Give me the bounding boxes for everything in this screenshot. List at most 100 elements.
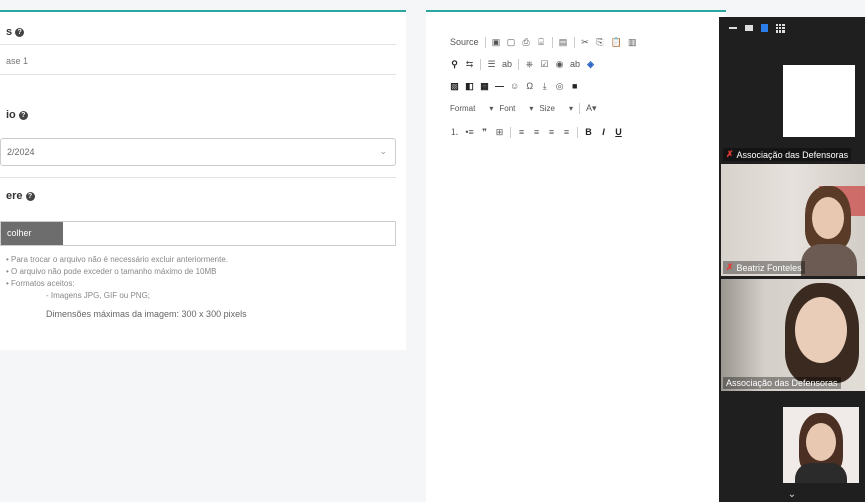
bold-button[interactable]: B [584, 127, 593, 137]
copy-icon[interactable]: ⎘ [596, 37, 605, 47]
screen: s ? ase 1 io ? 2/2024 ⌄ ere ? colher • P… [0, 0, 865, 502]
participant-tile[interactable]: ✗ Associação das Defensoras [721, 45, 865, 163]
image-button-icon[interactable]: ◈ [586, 59, 595, 69]
participant-body [801, 244, 857, 276]
chevron-down-icon: ▾ [529, 103, 534, 113]
help-icon[interactable]: ? [25, 191, 35, 201]
participant-name-tag: ✗ Associação das Defensoras [723, 148, 852, 161]
participant-tile[interactable]: Associação das Defensoras [721, 279, 865, 391]
field1-label-text: s [6, 26, 13, 38]
special-char-icon[interactable]: Ω [525, 81, 534, 91]
italic-button[interactable]: I [599, 127, 608, 137]
separator [518, 58, 520, 70]
radio-icon[interactable]: ◉ [555, 59, 564, 69]
find-icon[interactable]: ⚲ [450, 59, 459, 69]
field3-label: ere ? [6, 190, 35, 202]
templates-icon[interactable]: ▤ [559, 37, 568, 47]
editor-toolbar: Source ▣ ▢ ⎙ ⌸ ▤ ✂ ⎘ 📋 ▥ ⚲ ⇆ ☰ ab ⎈ ☑ ◉ … [426, 24, 726, 174]
smiley-icon[interactable]: ☺ [510, 81, 519, 91]
replace-icon[interactable]: ⇆ [465, 59, 474, 69]
table-icon[interactable]: ▦ [480, 81, 489, 91]
upload-notes: • Para trocar o arquivo não é necessário… [6, 254, 247, 320]
textfield-icon[interactable]: ab [570, 59, 580, 69]
toolbar-row-3: ▨ ◧ ▦ ― ☺ Ω ⤓ ◎ ■ [450, 78, 579, 94]
muted-mic-icon: ✗ [726, 149, 734, 159]
thumbnail-view-icon[interactable] [745, 25, 753, 31]
note-line: • O arquivo não pode exceder o tamanho m… [6, 267, 217, 276]
help-icon[interactable]: ? [18, 110, 28, 120]
size-dropdown[interactable]: Size ▾ [539, 104, 573, 113]
speaker-view-icon[interactable] [761, 24, 768, 32]
size-label: Size [539, 103, 555, 113]
underline-button[interactable]: U [614, 127, 623, 137]
video-panel-controls [719, 17, 865, 39]
justify-icon[interactable]: ≡ [562, 127, 571, 137]
chevron-down-icon: ▾ [489, 103, 494, 113]
text-color-icon[interactable]: A▾ [586, 103, 597, 113]
editor-content-area[interactable] [434, 164, 724, 494]
participant-tile[interactable]: ✗ Beatriz Fonteles [721, 164, 865, 276]
video-call-panel: ✗ Associação das Defensoras ✗ Beatriz Fo… [719, 17, 865, 502]
participant-video [783, 65, 855, 137]
source-button[interactable]: Source [450, 37, 479, 47]
participant-tile[interactable] [721, 395, 865, 483]
participant-face [812, 197, 844, 239]
toolbar-row-2: ⚲ ⇆ ☰ ab ⎈ ☑ ◉ ab ◈ [450, 56, 595, 72]
format-label: Format [450, 103, 476, 113]
help-icon[interactable]: ? [15, 27, 25, 37]
paste-text-icon[interactable]: ▥ [628, 37, 637, 47]
divider [0, 177, 396, 178]
field2-label: io ? [6, 109, 28, 121]
participant-name-tag: Associação das Defensoras [723, 377, 841, 389]
muted-mic-icon: ✗ [726, 262, 734, 272]
align-center-icon[interactable]: ≡ [532, 127, 541, 137]
font-label: Font [499, 103, 516, 113]
print-icon[interactable]: ⌸ [537, 37, 546, 47]
format-dropdown[interactable]: Format ▾ [450, 104, 493, 113]
page-break-icon[interactable]: ⤓ [540, 81, 549, 91]
participant-face [795, 297, 847, 363]
numbered-list-icon[interactable]: ⒈ [450, 127, 459, 137]
field2-select-value: 2/2024 [7, 147, 35, 157]
blockquote-icon[interactable]: ❞ [480, 127, 489, 137]
new-page-icon[interactable]: ▢ [507, 37, 516, 47]
form-panel: s ? ase 1 io ? 2/2024 ⌄ ere ? colher • P… [0, 0, 406, 502]
separator [480, 58, 481, 70]
spellcheck-icon[interactable]: ab [502, 59, 512, 69]
separator [573, 36, 575, 48]
field1-value[interactable]: ase 1 [6, 56, 28, 66]
choose-file-button[interactable]: colher [1, 222, 63, 245]
field2-select[interactable]: 2/2024 ⌄ [0, 138, 396, 166]
form-icon[interactable]: ⎈ [525, 59, 534, 69]
rich-text-editor: Source ▣ ▢ ⎙ ⌸ ▤ ✂ ⎘ 📋 ▥ ⚲ ⇆ ☰ ab ⎈ ☑ ◉ … [426, 10, 726, 502]
image-icon[interactable]: ▨ [450, 81, 459, 91]
select-all-icon[interactable]: ☰ [487, 59, 496, 69]
participant-name: Beatriz Fonteles [736, 262, 802, 273]
align-left-icon[interactable]: ≡ [517, 127, 526, 137]
flash-icon[interactable]: ◧ [465, 81, 474, 91]
note-line: • Para trocar o arquivo não é necessário… [6, 255, 229, 264]
participant-face [806, 423, 836, 461]
bulleted-list-icon[interactable]: •≡ [465, 127, 474, 137]
separator [578, 102, 580, 114]
file-input[interactable]: colher [0, 221, 396, 246]
cut-icon[interactable]: ✂ [581, 37, 590, 47]
minimize-icon[interactable] [729, 27, 737, 29]
form-card: s ? ase 1 io ? 2/2024 ⌄ ere ? colher • P… [0, 10, 406, 350]
separator [551, 36, 553, 48]
checkbox-icon[interactable]: ☑ [540, 59, 549, 69]
field3-label-text: ere [6, 190, 23, 202]
preview-icon[interactable]: ⎙ [522, 37, 531, 47]
save-icon[interactable]: ▣ [492, 37, 501, 47]
div-icon[interactable]: ⊞ [495, 127, 504, 137]
participant-body [795, 463, 847, 483]
note-line: • Formatos aceitos: [6, 279, 75, 288]
maximize-icon[interactable]: ■ [570, 81, 579, 91]
gallery-view-icon[interactable] [776, 23, 785, 33]
align-right-icon[interactable]: ≡ [547, 127, 556, 137]
font-dropdown[interactable]: Font ▾ [499, 104, 533, 113]
horizontal-line-icon[interactable]: ― [495, 81, 504, 91]
chevron-down-icon[interactable]: ⌄ [719, 489, 865, 500]
paste-icon[interactable]: 📋 [611, 37, 622, 47]
iframe-icon[interactable]: ◎ [555, 81, 564, 91]
